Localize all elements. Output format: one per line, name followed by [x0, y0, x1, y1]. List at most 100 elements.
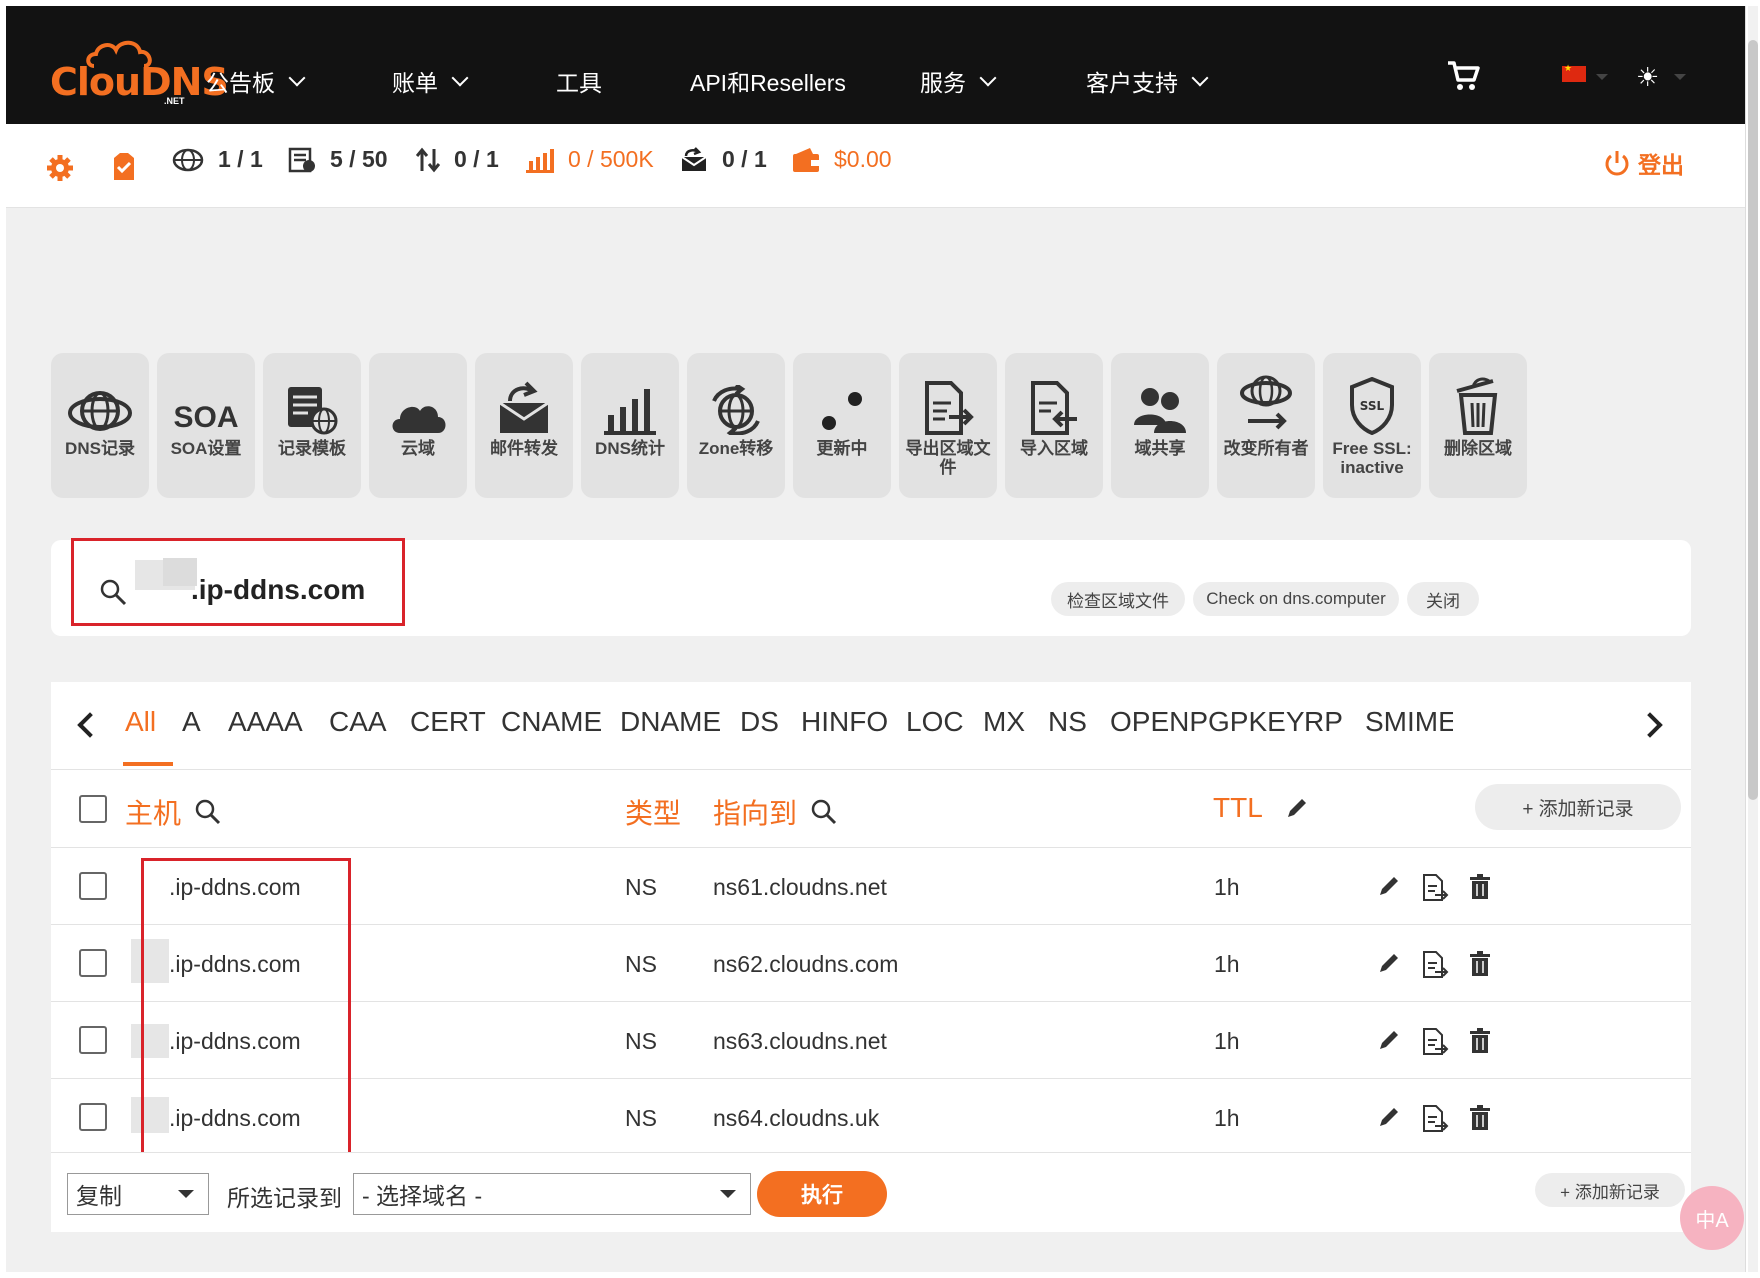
tile-label: SOA设置: [170, 439, 242, 458]
tab-rp[interactable]: RP: [1304, 706, 1343, 738]
copy-record-icon[interactable]: [1421, 874, 1449, 902]
chevron-right-icon[interactable]: [1637, 712, 1663, 738]
tab-smimea[interactable]: SMIME/: [1365, 706, 1453, 738]
row-checkbox[interactable]: [79, 1026, 107, 1054]
caret-down-icon: [1674, 74, 1686, 80]
nav-billing[interactable]: 账单: [392, 64, 469, 98]
add-record-button-bottom[interactable]: + 添加新记录: [1535, 1173, 1685, 1207]
clipboard-check-icon[interactable]: [112, 152, 136, 182]
select-all-checkbox[interactable]: [79, 795, 107, 823]
tab-dname[interactable]: DNAME: [620, 706, 721, 738]
tab-mx[interactable]: MX: [983, 706, 1025, 738]
stat-balance-value: $0.00: [834, 146, 892, 172]
stat-zones-value: 1 / 1: [218, 146, 263, 172]
tile-import-zone[interactable]: 导入区域: [1005, 353, 1103, 498]
tile-dns-records[interactable]: DNS记录: [51, 353, 149, 498]
bulk-action-select[interactable]: 复制: [67, 1173, 209, 1215]
column-host[interactable]: 主机: [125, 792, 221, 832]
tile-label: 改变所有者: [1223, 439, 1309, 458]
tile-export-zone[interactable]: 导出区域文件: [899, 353, 997, 498]
tile-delete-zone[interactable]: 删除区域: [1429, 353, 1527, 498]
mail-forward-icon: [499, 381, 549, 433]
translate-fab-button[interactable]: 中A: [1680, 1186, 1744, 1250]
row-checkbox[interactable]: [79, 949, 107, 977]
nav-services[interactable]: 服务: [920, 64, 997, 98]
tile-label: Zone转移: [698, 439, 774, 458]
delete-trash-icon[interactable]: [1469, 1028, 1491, 1054]
column-type[interactable]: 类型: [625, 792, 681, 832]
tab-ns[interactable]: NS: [1048, 706, 1087, 738]
tile-soa-settings[interactable]: SOA SOA设置: [157, 353, 255, 498]
tile-free-ssl[interactable]: SSL Free SSL: inactive: [1323, 353, 1421, 498]
nav-api-resellers[interactable]: API和Resellers: [690, 64, 846, 98]
search-icon[interactable]: [195, 799, 221, 825]
tab-caa[interactable]: CAA: [329, 706, 387, 738]
transfer-arrows-icon: [416, 147, 440, 172]
domain-select[interactable]: - 选择域名 -: [353, 1173, 751, 1215]
nav-tools[interactable]: 工具: [556, 64, 602, 98]
tile-domain-sharing[interactable]: 域共享: [1111, 353, 1209, 498]
nav-label: 客户支持: [1086, 70, 1178, 96]
scrollbar-thumb[interactable]: [1748, 40, 1758, 800]
cloudns-logo[interactable]: ClouDNS .NET: [46, 38, 229, 108]
tab-openpgpkey[interactable]: OPENPGPKEY: [1110, 706, 1305, 738]
copy-record-icon[interactable]: [1421, 951, 1449, 979]
tile-updating[interactable]: 更新中: [793, 353, 891, 498]
tab-loc[interactable]: LOC: [906, 706, 964, 738]
chevron-left-icon[interactable]: [77, 712, 103, 738]
close-button[interactable]: 关闭: [1407, 582, 1479, 616]
tile-zone-transfer[interactable]: Zone转移: [687, 353, 785, 498]
row-checkbox[interactable]: [79, 1103, 107, 1131]
delete-trash-icon[interactable]: [1469, 1105, 1491, 1131]
search-icon[interactable]: [811, 799, 837, 825]
copy-record-icon[interactable]: [1421, 1028, 1449, 1056]
caret-down-icon: [178, 1190, 194, 1198]
edit-pencil-icon[interactable]: [1377, 951, 1401, 975]
delete-trash-icon[interactable]: [1469, 951, 1491, 977]
copy-record-icon[interactable]: [1421, 1105, 1449, 1133]
logout-button[interactable]: 登出: [1604, 146, 1684, 180]
dots-icon: [822, 392, 862, 430]
record-type: NS: [625, 1105, 657, 1131]
check-zone-file-button[interactable]: 检查区域文件: [1051, 582, 1185, 616]
tab-hinfo[interactable]: HINFO: [801, 706, 888, 738]
globe-icon: [68, 391, 132, 431]
stat-balance[interactable]: $0.00: [792, 146, 892, 173]
pencil-icon[interactable]: [1285, 796, 1309, 820]
cart-icon[interactable]: [1446, 60, 1480, 92]
theme-sun-icon[interactable]: ☀: [1636, 62, 1659, 93]
column-points-to[interactable]: 指向到: [713, 792, 837, 832]
change-owner-icon: [1240, 375, 1292, 430]
nav-announcements[interactable]: 公告板: [206, 64, 306, 98]
tile-change-owner[interactable]: 改变所有者: [1217, 353, 1315, 498]
record-points-to: ns64.cloudns.uk: [713, 1105, 880, 1131]
tab-cert[interactable]: CERT: [410, 706, 486, 738]
edit-pencil-icon[interactable]: [1377, 1028, 1401, 1052]
row-checkbox[interactable]: [79, 872, 107, 900]
tab-aaaa[interactable]: AAAA: [228, 706, 303, 738]
record-type: NS: [625, 951, 657, 977]
column-ttl[interactable]: TTL: [1213, 792, 1309, 824]
stat-transfers-value: 0 / 1: [454, 146, 499, 172]
edit-pencil-icon[interactable]: [1377, 1105, 1401, 1129]
tab-ds[interactable]: DS: [740, 706, 779, 738]
edit-pencil-icon[interactable]: [1377, 874, 1401, 898]
tab-all[interactable]: All: [125, 706, 156, 738]
china-flag-icon[interactable]: [1562, 63, 1586, 82]
tile-label: 域共享: [1134, 439, 1186, 458]
nav-support[interactable]: 客户支持: [1086, 64, 1209, 98]
execute-button[interactable]: 执行: [757, 1171, 887, 1217]
delete-trash-icon[interactable]: [1469, 874, 1491, 900]
tile-dns-stats[interactable]: DNS统计: [581, 353, 679, 498]
column-host-label: 主机: [125, 798, 182, 829]
tab-a[interactable]: A: [182, 706, 201, 738]
tile-cloud-domains[interactable]: 云域: [369, 353, 467, 498]
record-type: NS: [625, 1028, 657, 1054]
tab-cname[interactable]: CNAME: [501, 706, 602, 738]
caret-down-icon: [1596, 74, 1608, 80]
settings-gear-icon[interactable]: [46, 154, 74, 182]
check-dns-computer-button[interactable]: Check on dns.computer: [1193, 582, 1399, 616]
tile-record-templates[interactable]: 记录模板: [263, 353, 361, 498]
tile-mail-forwards[interactable]: 邮件转发: [475, 353, 573, 498]
add-record-button[interactable]: + 添加新记录: [1475, 784, 1681, 830]
